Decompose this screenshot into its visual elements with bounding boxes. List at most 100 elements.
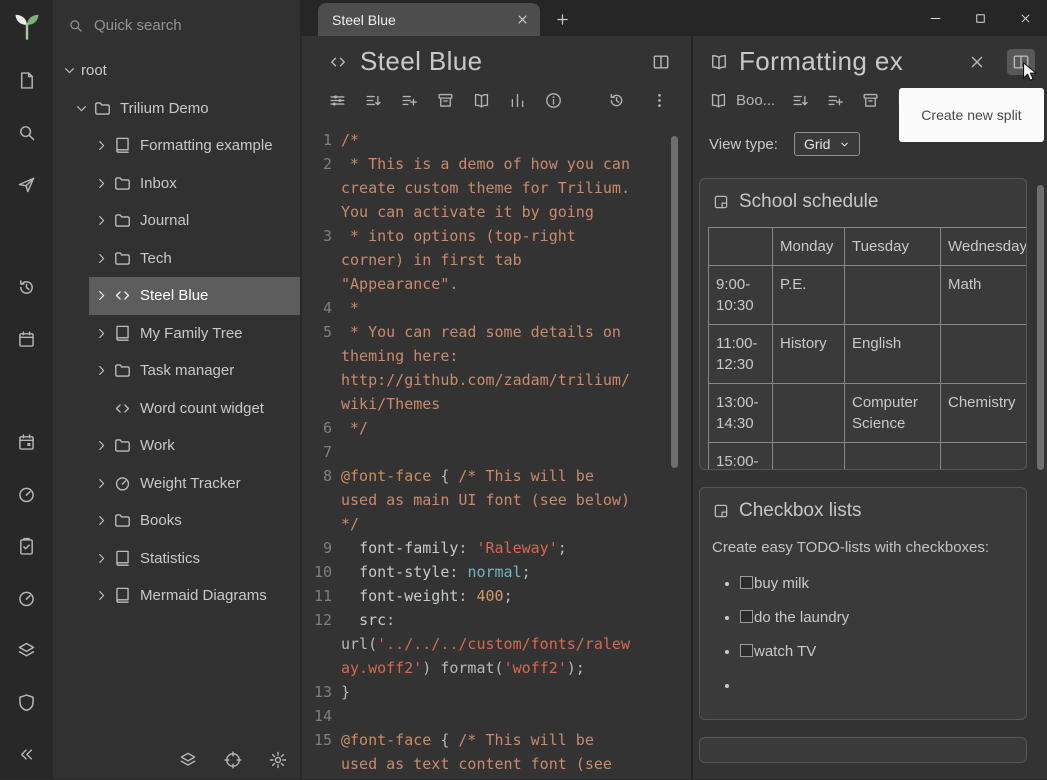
schedule-cell[interactable] xyxy=(773,384,845,443)
book-note-icon[interactable] xyxy=(709,52,729,72)
tab-steel-blue[interactable]: Steel Blue xyxy=(318,3,540,36)
note-title[interactable]: Steel Blue xyxy=(360,46,639,77)
create-split-button[interactable] xyxy=(1007,49,1035,75)
today-icon[interactable] xyxy=(10,425,44,459)
tree-item-my-family-tree[interactable]: My Family Tree xyxy=(53,315,300,353)
tree-item-inbox[interactable]: Inbox xyxy=(53,165,300,203)
chevron-right-icon[interactable] xyxy=(93,250,110,267)
chevron-right-icon[interactable] xyxy=(93,512,110,529)
code-editor[interactable]: 1/*2 * This is a demo of how you can cre… xyxy=(302,128,691,776)
quick-search-input[interactable]: Quick search xyxy=(53,0,300,44)
chevron-right-icon[interactable] xyxy=(93,550,110,567)
close-window-button[interactable] xyxy=(1018,11,1033,26)
chevron-right-icon[interactable] xyxy=(93,287,110,304)
tree-item-tech[interactable]: Tech xyxy=(53,240,300,278)
schedule-cell[interactable]: P.E. xyxy=(773,266,845,325)
schedule-cell[interactable]: English xyxy=(845,325,941,384)
archive-icon[interactable] xyxy=(436,91,455,110)
jump-to-note-icon[interactable] xyxy=(10,167,44,201)
kebab-menu-icon[interactable] xyxy=(650,91,669,110)
card-title[interactable]: School schedule xyxy=(739,191,878,213)
maximize-button[interactable] xyxy=(973,11,988,26)
list-check-icon[interactable] xyxy=(364,91,383,110)
chevron-right-icon[interactable] xyxy=(93,212,110,229)
card-title[interactable]: Checkbox lists xyxy=(739,500,862,522)
history-icon[interactable] xyxy=(607,91,626,110)
trilium-logo[interactable] xyxy=(11,10,43,42)
todo-checkbox[interactable] xyxy=(740,576,753,589)
hide-launcher-icon[interactable] xyxy=(10,737,44,771)
editor-scrollbar[interactable] xyxy=(671,136,678,468)
sliders-icon[interactable] xyxy=(328,91,347,110)
tree-item-formatting-example[interactable]: Formatting example xyxy=(53,127,300,165)
schedule-cell[interactable]: 13:00-14:30 xyxy=(709,384,773,443)
tree-item-task-manager[interactable]: Task manager xyxy=(53,352,300,390)
info-icon[interactable] xyxy=(544,91,563,110)
tree-item-root[interactable]: root xyxy=(53,52,300,90)
schedule-cell[interactable] xyxy=(845,266,941,325)
list-check-icon[interactable] xyxy=(791,91,810,110)
tree-settings-icon[interactable] xyxy=(268,750,288,770)
task-list-icon[interactable] xyxy=(10,529,44,563)
tree-item-books[interactable]: Books xyxy=(53,502,300,540)
metrics-icon[interactable] xyxy=(10,581,44,615)
chevron-right-icon[interactable] xyxy=(93,587,110,604)
dashboard-icon[interactable] xyxy=(10,477,44,511)
view-type-select[interactable]: Grid xyxy=(794,132,860,156)
note-title[interactable]: Formatting ex xyxy=(739,46,957,77)
schedule-cell[interactable]: 9:00-10:30 xyxy=(709,266,773,325)
ribbon-tab-book-properties[interactable]: Boo... xyxy=(709,91,775,110)
pane-scrollbar[interactable] xyxy=(1037,185,1044,470)
tree-item-mermaid-diagrams[interactable]: Mermaid Diagrams xyxy=(53,577,300,615)
new-note-icon[interactable] xyxy=(10,63,44,97)
minimize-button[interactable] xyxy=(928,11,943,26)
collapse-tree-icon[interactable] xyxy=(178,750,198,770)
chevron-right-icon[interactable] xyxy=(93,437,110,454)
calendar-icon[interactable] xyxy=(10,322,44,356)
recent-changes-icon[interactable] xyxy=(10,270,44,304)
schedule-cell[interactable] xyxy=(941,443,1028,471)
tree-item-statistics[interactable]: Statistics xyxy=(53,540,300,578)
chevron-down-icon[interactable] xyxy=(73,100,90,117)
schedule-cell[interactable]: Chemistry xyxy=(941,384,1028,443)
shield-icon[interactable] xyxy=(10,685,44,719)
schedule-cell[interactable]: 11:00-12:30 xyxy=(709,325,773,384)
chevron-right-icon[interactable] xyxy=(93,175,110,192)
schedule-cell[interactable] xyxy=(845,443,941,471)
layers-icon[interactable] xyxy=(10,633,44,667)
child-note-card-partial[interactable] xyxy=(699,737,1027,763)
tree-item-weight-tracker[interactable]: Weight Tracker xyxy=(53,465,300,503)
chevron-right-icon[interactable] xyxy=(93,475,110,492)
close-pane-icon[interactable] xyxy=(967,52,987,72)
create-split-button[interactable] xyxy=(651,52,671,72)
tree-item-steel-blue[interactable]: Steel Blue xyxy=(53,277,300,315)
child-note-card-checkbox-lists[interactable]: Checkbox lists Create easy TODO-lists wi… xyxy=(699,487,1027,720)
code-note-icon[interactable] xyxy=(328,52,348,72)
chevron-right-icon[interactable] xyxy=(93,137,110,154)
bar-chart-icon[interactable] xyxy=(508,91,527,110)
tree-item-work[interactable]: Work xyxy=(53,427,300,465)
search-icon[interactable] xyxy=(10,115,44,149)
schedule-cell[interactable]: 15:00-16:30 xyxy=(709,443,773,471)
chevron-right-icon[interactable] xyxy=(93,325,110,342)
scroll-to-active-note-icon[interactable] xyxy=(223,750,243,770)
tree-item-trilium-demo[interactable]: Trilium Demo xyxy=(53,90,300,128)
todo-checkbox[interactable] xyxy=(740,644,753,657)
tree-item-word-count-widget[interactable]: Word count widget xyxy=(53,390,300,428)
list-plus-icon[interactable] xyxy=(400,91,419,110)
archive-icon[interactable] xyxy=(861,91,880,110)
schedule-cell[interactable]: History xyxy=(773,325,845,384)
schedule-cell[interactable] xyxy=(941,325,1028,384)
schedule-cell[interactable]: Math xyxy=(941,266,1028,325)
new-tab-button[interactable] xyxy=(554,11,571,28)
todo-checkbox[interactable] xyxy=(740,610,753,623)
child-note-card-school-schedule[interactable]: School schedule MondayTuesdayWednesday9:… xyxy=(699,178,1027,470)
chevron-right-icon[interactable] xyxy=(93,362,110,379)
tab-close-icon[interactable] xyxy=(515,12,530,27)
tree-item-journal[interactable]: Journal xyxy=(53,202,300,240)
book-icon[interactable] xyxy=(472,91,491,110)
list-plus-icon[interactable] xyxy=(826,91,845,110)
schedule-cell[interactable] xyxy=(773,443,845,471)
schedule-cell[interactable]: Computer Science xyxy=(845,384,941,443)
chevron-down-icon[interactable] xyxy=(61,62,78,79)
